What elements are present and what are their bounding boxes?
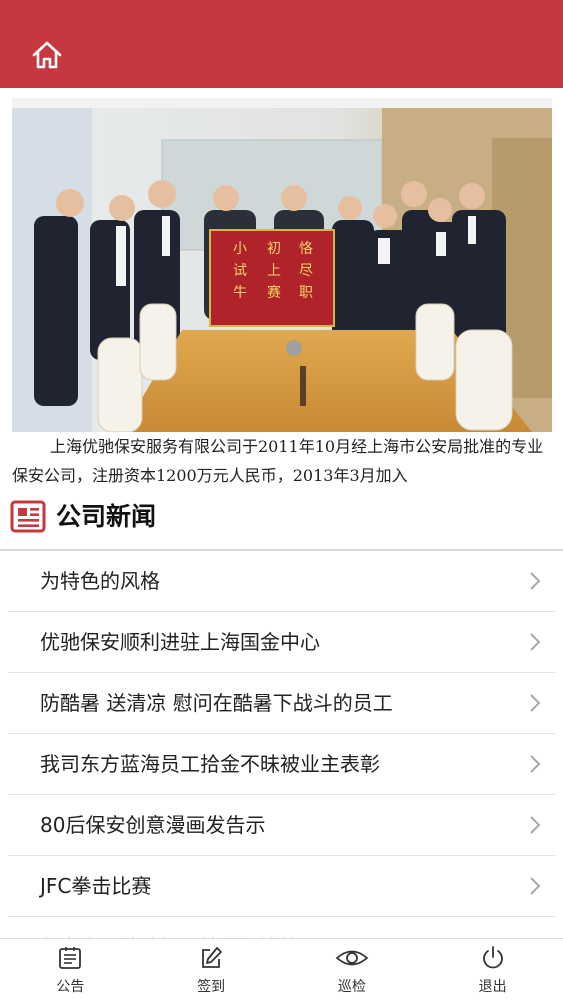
svg-text:恪: 恪: [299, 241, 313, 257]
tab-label: 巡检: [337, 979, 366, 995]
chevron-right-icon: [530, 572, 541, 590]
news-item-title: 防酷暑 送清凉 慰问在酷暑下战斗的员工: [40, 691, 393, 715]
patrol-eye-icon: [335, 950, 369, 966]
svg-text:牛: 牛: [233, 285, 247, 301]
tab-label: 签到: [197, 979, 226, 995]
chevron-right-icon: [530, 877, 541, 895]
svg-text:初: 初: [267, 240, 281, 257]
chevron-right-icon: [530, 694, 541, 712]
svg-text:小: 小: [233, 241, 247, 257]
tab-label: 退出: [478, 979, 507, 995]
svg-text:职: 职: [299, 285, 313, 301]
tab-sign-in[interactable]: 签到: [141, 939, 282, 1001]
news-item[interactable]: 优驰保安顺利进驻上海国金中心: [8, 612, 555, 673]
news-item-title: 优驰保安顺利进驻上海国金中心: [40, 630, 320, 654]
bottom-tab-bar: 公告 签到 巡检 退出: [0, 938, 563, 1001]
news-list: 为特色的风格 优驰保安顺利进驻上海国金中心 防酷暑 送清凉 慰问在酷暑下战斗的员…: [0, 551, 563, 978]
chevron-right-icon: [530, 755, 541, 773]
tab-logout[interactable]: 退出: [422, 939, 563, 1001]
news-item-title: JFC拳击比赛: [40, 874, 152, 898]
sign-in-icon: [202, 947, 223, 968]
company-photo: 恪尽职 初上赛 小试牛: [12, 98, 552, 432]
header-bar: [0, 0, 563, 88]
tab-patrol[interactable]: 巡检: [282, 939, 423, 1001]
svg-text:上: 上: [267, 263, 281, 279]
news-item[interactable]: 80后保安创意漫画发告示: [8, 795, 555, 856]
svg-text:试: 试: [233, 263, 247, 279]
svg-text:尽: 尽: [299, 263, 313, 279]
news-item[interactable]: 为特色的风格: [8, 551, 555, 612]
home-icon[interactable]: [30, 38, 64, 72]
news-item-title: 80后保安创意漫画发告示: [40, 813, 266, 837]
news-item-title: 为特色的风格: [40, 569, 160, 593]
tab-label: 公告: [56, 979, 85, 995]
news-item[interactable]: 我司东方蓝海员工拾金不昧被业主表彰: [8, 734, 555, 795]
news-item-title: 我司东方蓝海员工拾金不昧被业主表彰: [40, 752, 380, 776]
notice-icon: [59, 947, 82, 969]
news-section-title: 公司新闻: [56, 502, 157, 531]
news-item[interactable]: 防酷暑 送清凉 慰问在酷暑下战斗的员工: [8, 673, 555, 734]
chevron-right-icon: [530, 633, 541, 651]
company-intro: 上海优驰保安服务有限公司于2011年10月经上海市公安局批准的专业保安公司，注册…: [12, 437, 544, 485]
newspaper-icon: [10, 500, 46, 533]
power-icon: [482, 946, 503, 969]
svg-text:赛: 赛: [267, 285, 281, 301]
news-item[interactable]: JFC拳击比赛: [8, 856, 555, 917]
chevron-right-icon: [530, 816, 541, 834]
tab-notice[interactable]: 公告: [0, 939, 141, 1001]
